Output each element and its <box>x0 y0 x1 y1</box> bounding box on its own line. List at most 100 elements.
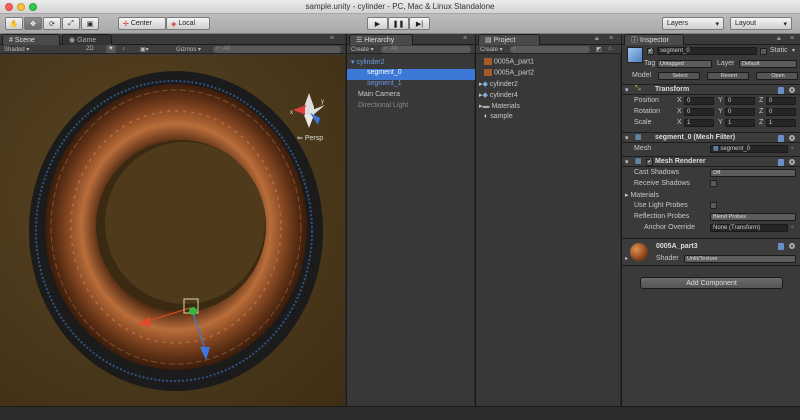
move-tool-button[interactable]: ✥ <box>24 17 42 30</box>
tab-project[interactable]: ▤ Project <box>478 34 540 45</box>
material-expand-arrow-icon[interactable]: ▸ <box>625 255 628 262</box>
move-gizmo-y-handle[interactable] <box>189 307 197 315</box>
project-create-dropdown[interactable]: Create ▾ <box>480 46 503 53</box>
layers-dropdown[interactable]: Layers ▾ <box>662 17 724 30</box>
layout-dropdown[interactable]: Layout ▾ <box>730 17 792 30</box>
model-revert-button[interactable]: Revert <box>707 72 749 80</box>
project-item[interactable]: 0005A_part2 <box>476 69 621 80</box>
lock-icon[interactable]: 🔒︎ <box>595 35 599 43</box>
projection-toggle[interactable]: ⇐ Persp <box>297 134 323 142</box>
object-name-field[interactable]: segment_0 <box>657 47 757 55</box>
help-book-icon[interactable] <box>778 243 784 250</box>
anchor-override-field[interactable]: None (Transform) <box>710 224 788 232</box>
scene-search-input[interactable]: ⌕ All <box>213 46 341 53</box>
static-dropdown-arrow-icon[interactable]: ▾ <box>792 47 795 54</box>
static-checkbox[interactable] <box>760 48 767 55</box>
shader-dropdown[interactable]: Unlit/Texture <box>684 255 796 263</box>
mesh-renderer-header[interactable]: ▾ ▦ ✓ Mesh Renderer <box>622 156 800 167</box>
help-book-icon[interactable] <box>778 87 784 94</box>
rect-tool-button[interactable]: ▣ <box>81 17 99 30</box>
2d-toggle[interactable]: 2D <box>86 46 94 52</box>
rotate-tool-button[interactable]: ⟳ <box>43 17 61 30</box>
hierarchy-item[interactable]: ▾ cylinder2 <box>347 58 475 69</box>
tag-dropdown[interactable]: Untagged <box>657 60 712 68</box>
position-x-field[interactable]: 0 <box>684 97 714 105</box>
tab-hierarchy[interactable]: ☰ Hierarchy <box>349 34 413 45</box>
hierarchy-item-label: Directional Light <box>358 102 409 109</box>
rotation-x-field[interactable]: 0 <box>684 108 714 116</box>
rotation-y-field[interactable]: 0 <box>725 108 755 116</box>
project-item[interactable]: ▸◆ cylinder4 <box>476 91 621 102</box>
scale-label: Scale <box>634 119 652 126</box>
transform-title: Transform <box>655 86 690 93</box>
object-picker-icon[interactable]: ◦ <box>791 145 793 152</box>
mesh-renderer-enabled-checkbox[interactable]: ✓ <box>646 159 653 166</box>
object-picker-icon[interactable]: ◦ <box>791 224 793 231</box>
hierarchy-create-dropdown[interactable]: Create ▾ <box>351 46 374 53</box>
filter-by-label-icon[interactable]: ⌂ <box>608 46 612 52</box>
scale-z-field[interactable]: 1 <box>766 119 796 127</box>
hierarchy-item[interactable]: Directional Light <box>347 102 475 113</box>
scene-viewport[interactable]: x y ⇐ Persp <box>0 55 345 406</box>
position-label: Position <box>634 97 659 104</box>
scale-tool-button[interactable]: ⤢ <box>62 17 80 30</box>
receive-shadows-checkbox[interactable] <box>710 180 717 187</box>
settings-gear-icon[interactable] <box>789 243 795 249</box>
model-select-button[interactable]: Select <box>658 72 700 80</box>
lighting-toggle-icon[interactable]: ☀ <box>106 45 116 53</box>
project-search-input[interactable]: ⌕ <box>510 46 590 53</box>
project-item[interactable]: ▸▬ Materials <box>476 102 621 113</box>
filter-by-type-icon[interactable]: ◩ <box>596 46 602 53</box>
panel-menu-icon[interactable]: ≡ <box>463 35 467 42</box>
model-label: Model <box>632 72 652 79</box>
light-probes-checkbox[interactable] <box>710 202 717 209</box>
pause-button[interactable]: ❚❚ <box>388 17 409 30</box>
mesh-filter-header[interactable]: ▾ ▦ segment_0 (Mesh Filter) <box>622 132 800 143</box>
project-item[interactable]: ▸◆ cylinder2 <box>476 80 621 91</box>
materials-foldout[interactable]: ▸ Materials <box>625 191 659 199</box>
project-item[interactable]: ◐ sample <box>476 113 621 124</box>
reflection-probes-dropdown[interactable]: Blend Probes <box>710 213 796 221</box>
audio-toggle-icon[interactable]: ♪ <box>122 46 125 52</box>
settings-gear-icon[interactable] <box>789 159 795 165</box>
position-y-field[interactable]: 0 <box>725 97 755 105</box>
hierarchy-item[interactable]: segment_1 <box>347 80 475 91</box>
effects-toggle-icon[interactable]: ▣▾ <box>140 46 149 53</box>
shading-mode-dropdown[interactable]: Shaded ▾ <box>4 46 52 53</box>
step-button[interactable]: ▶| <box>409 17 430 30</box>
settings-gear-icon[interactable] <box>789 87 795 93</box>
position-z-field[interactable]: 0 <box>766 97 796 105</box>
transform-header[interactable]: ▾ ⤡ Transform <box>622 84 800 95</box>
scale-x-field[interactable]: 1 <box>684 119 714 127</box>
panel-menu-icon[interactable]: ≡ <box>609 35 613 42</box>
project-item[interactable]: 0005A_part1 <box>476 58 621 69</box>
tab-game[interactable]: ◉ Game <box>62 34 112 45</box>
play-button[interactable]: ▶ <box>367 17 388 30</box>
hand-tool-button[interactable]: ✋ <box>5 17 23 30</box>
panel-menu-icon[interactable]: ≡ <box>330 35 334 42</box>
settings-gear-icon[interactable] <box>789 135 795 141</box>
help-book-icon[interactable] <box>778 159 784 166</box>
hierarchy-item[interactable]: Main Camera <box>347 91 475 102</box>
lock-icon[interactable]: 🔒︎ <box>777 35 781 43</box>
scale-y-field[interactable]: 1 <box>725 119 755 127</box>
tab-game-label: Game <box>77 36 97 44</box>
pivot-center-toggle[interactable]: ✢ Center <box>118 17 166 30</box>
tab-scene[interactable]: # Scene <box>2 34 60 45</box>
active-checkbox[interactable]: ✓ <box>647 48 654 55</box>
add-component-button[interactable]: Add Component <box>640 277 783 289</box>
space-local-toggle[interactable]: ◈ Local <box>166 17 210 30</box>
tab-inspector[interactable]: ⓘ Inspector <box>624 34 684 45</box>
help-book-icon[interactable] <box>778 135 784 142</box>
layer-dropdown[interactable]: Default <box>739 60 797 68</box>
cast-shadows-dropdown[interactable]: Off <box>710 169 796 177</box>
hierarchy-search-input[interactable]: ⌕ All <box>381 46 471 53</box>
model-open-button[interactable]: Open <box>756 72 798 80</box>
gizmos-dropdown[interactable]: Gizmos ▾ <box>176 46 201 53</box>
light-probes-label: Use Light Probes <box>634 202 688 209</box>
rotation-z-field[interactable]: 0 <box>766 108 796 116</box>
mesh-object-field[interactable]: ▦ segment_0 <box>710 145 788 153</box>
select-label: Select <box>672 73 688 79</box>
hierarchy-item-selected[interactable]: segment_0 <box>347 69 475 80</box>
panel-menu-icon[interactable]: ≡ <box>790 35 794 42</box>
